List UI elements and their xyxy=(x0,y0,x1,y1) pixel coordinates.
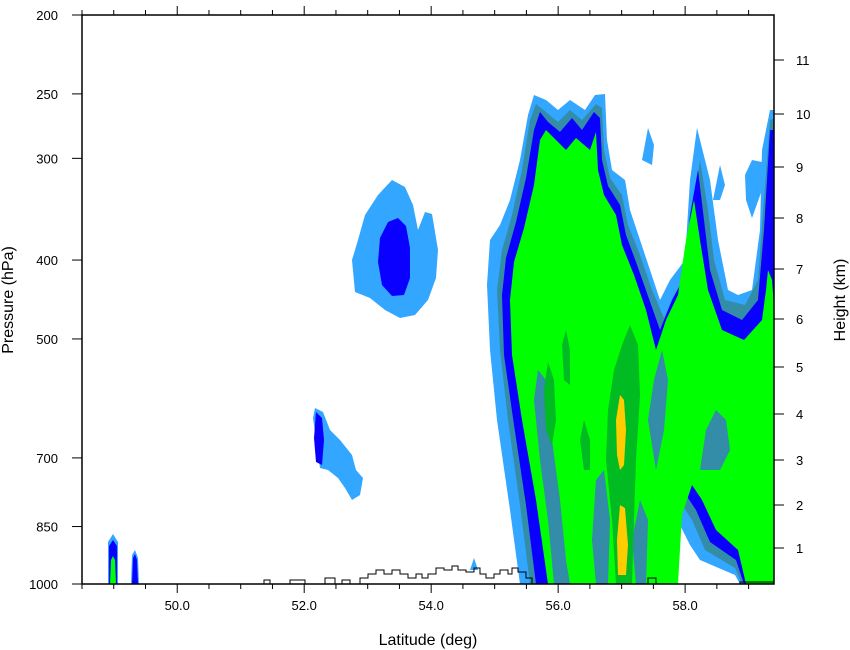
x-axis-title: Latitude (deg) xyxy=(379,632,478,649)
y-tick-label: 700 xyxy=(36,451,58,466)
y-axis-title: Pressure (hPa) xyxy=(0,246,17,354)
contour-level-1 xyxy=(713,165,725,200)
y-axis-left: 1000 850 700 500 400 300 250 200 xyxy=(29,8,82,592)
y2-tick-label: 5 xyxy=(796,360,803,375)
y2-axis-title: Height (km) xyxy=(832,259,849,342)
x-tick-label: 56.0 xyxy=(545,598,570,613)
x-tick-label: 50.0 xyxy=(165,598,190,613)
contour-fill xyxy=(108,94,774,584)
y2-tick-label: 11 xyxy=(796,53,810,68)
x-tick-label: 54.0 xyxy=(419,598,444,613)
y-tick-label: 1000 xyxy=(29,577,58,592)
y-tick-label: 250 xyxy=(36,87,58,102)
contour-level-1 xyxy=(642,128,654,165)
y-tick-label: 400 xyxy=(36,253,58,268)
contour-level-1 xyxy=(745,160,762,218)
y-tick-label: 500 xyxy=(36,332,58,347)
contour-chart: 50.0 52.0 54.0 56.0 58.0 1000 850 700 500 400 300… xyxy=(0,6,849,649)
y2-tick-label: 6 xyxy=(796,312,803,327)
y2-tick-label: 8 xyxy=(796,211,803,226)
x-tick-label: 52.0 xyxy=(292,598,317,613)
y2-tick-label: 9 xyxy=(796,160,803,175)
y-tick-label: 200 xyxy=(36,8,58,23)
y2-tick-label: 7 xyxy=(796,262,803,277)
y-tick-label: 850 xyxy=(36,520,58,535)
y-tick-label: 300 xyxy=(36,151,58,166)
y2-tick-label: 3 xyxy=(796,453,803,468)
y2-tick-label: 10 xyxy=(796,107,810,122)
y2-tick-label: 1 xyxy=(796,541,803,556)
y2-tick-label: 4 xyxy=(796,407,803,422)
y2-tick-label: 2 xyxy=(796,498,803,513)
y-axis-right: 1 2 3 4 5 6 7 8 9 10 11 xyxy=(774,53,810,556)
x-tick-label: 58.0 xyxy=(672,598,697,613)
